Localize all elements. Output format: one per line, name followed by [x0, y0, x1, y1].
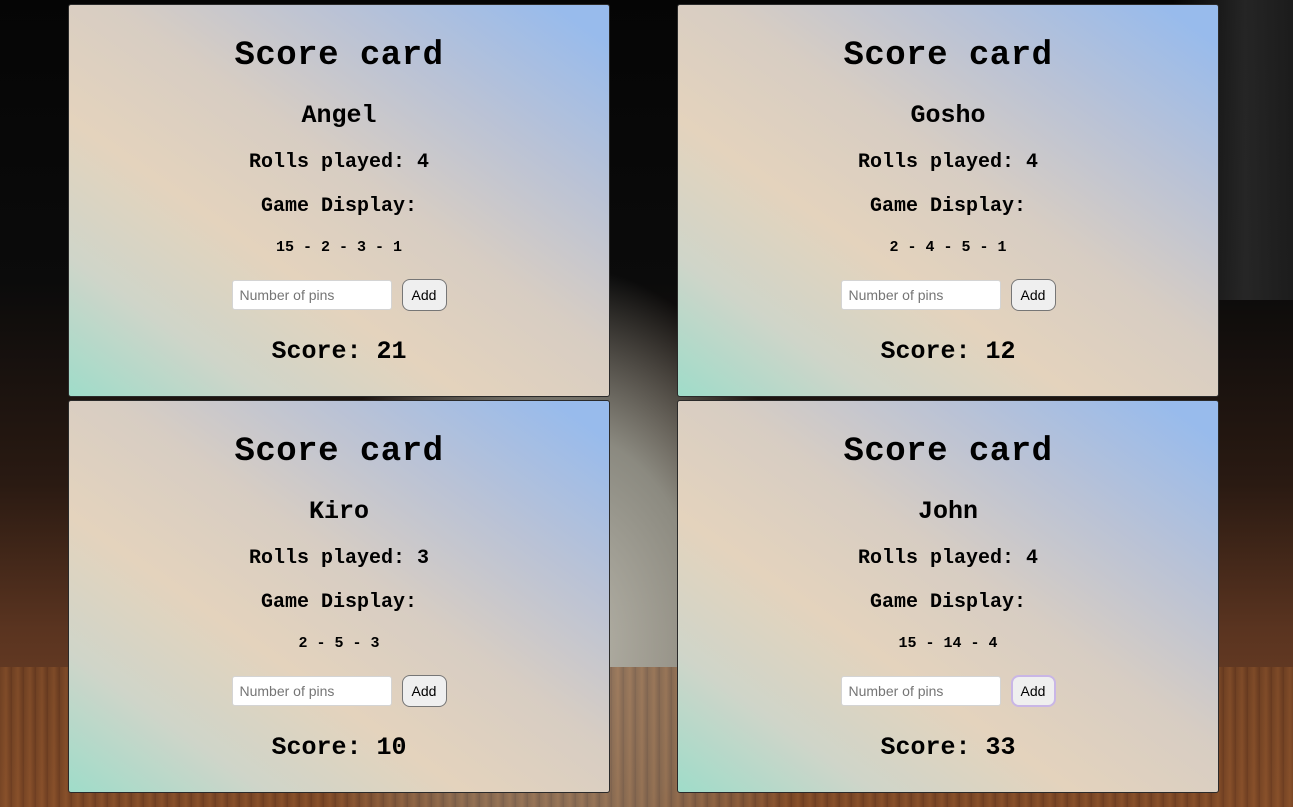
rolls-label: Rolls played:: [248, 547, 405, 570]
add-roll-controls: Add: [69, 675, 609, 707]
score-label: Score:: [880, 733, 971, 762]
pins-input[interactable]: [231, 676, 392, 706]
game-display-label: Game Display:: [869, 591, 1027, 614]
rolls-played: Rolls played: 4: [69, 151, 609, 174]
add-roll-controls: Add: [678, 279, 1218, 311]
card-heading: Score card: [843, 433, 1053, 471]
rolls-label: Rolls played:: [857, 151, 1014, 174]
rolls-played: Rolls played: 4: [678, 151, 1218, 174]
rolls-played: Rolls played: 4: [678, 547, 1218, 570]
rolls-played: Rolls played: 3: [69, 547, 609, 570]
game-display-label: Game Display:: [260, 591, 418, 614]
pins-input[interactable]: [840, 280, 1001, 310]
score-label: Score:: [271, 337, 362, 366]
add-button[interactable]: Add: [401, 279, 447, 311]
score-value: 12: [985, 337, 1016, 366]
score: Score: 33: [678, 733, 1218, 762]
player-name: Kiro: [308, 497, 369, 526]
add-button[interactable]: Add: [401, 675, 447, 707]
score-label: Score:: [880, 337, 971, 366]
score-card-gosho: Score card Gosho Rolls played: 4 Game Di…: [677, 4, 1219, 397]
card-heading: Score card: [234, 37, 444, 75]
rolls-value: 4: [1026, 151, 1039, 174]
score: Score: 21: [69, 337, 609, 366]
score-card-john: Score card John Rolls played: 4 Game Dis…: [677, 400, 1219, 793]
rolls-value: 3: [417, 547, 430, 570]
game-display-label: Game Display:: [869, 195, 1027, 218]
score-value: 10: [376, 733, 407, 762]
score: Score: 10: [69, 733, 609, 762]
card-heading: Score card: [234, 433, 444, 471]
page: Score card Angel Rolls played: 4 Game Di…: [0, 0, 1293, 807]
add-roll-controls: Add: [69, 279, 609, 311]
add-roll-controls: Add: [678, 675, 1218, 707]
player-name: Gosho: [910, 101, 986, 130]
score-value: 21: [376, 337, 407, 366]
score-label: Score:: [271, 733, 362, 762]
rolls-label: Rolls played:: [248, 151, 405, 174]
game-display-value: 15 - 14 - 4: [898, 635, 998, 652]
add-button[interactable]: Add: [1010, 675, 1056, 707]
rolls-value: 4: [1026, 547, 1039, 570]
score: Score: 12: [678, 337, 1218, 366]
score-card-angel: Score card Angel Rolls played: 4 Game Di…: [68, 4, 610, 397]
score-card-kiro: Score card Kiro Rolls played: 3 Game Dis…: [68, 400, 610, 793]
rolls-value: 4: [417, 151, 430, 174]
pins-input[interactable]: [840, 676, 1001, 706]
pins-input[interactable]: [231, 280, 392, 310]
game-display-value: 2 - 4 - 5 - 1: [889, 239, 1007, 256]
game-display-value: 2 - 5 - 3: [298, 635, 380, 652]
add-button[interactable]: Add: [1010, 279, 1056, 311]
game-display-value: 15 - 2 - 3 - 1: [275, 239, 403, 256]
card-heading: Score card: [843, 37, 1053, 75]
player-name: Angel: [301, 101, 377, 130]
rolls-label: Rolls played:: [857, 547, 1014, 570]
game-display-label: Game Display:: [260, 195, 418, 218]
score-value: 33: [985, 733, 1016, 762]
player-name: John: [917, 497, 978, 526]
